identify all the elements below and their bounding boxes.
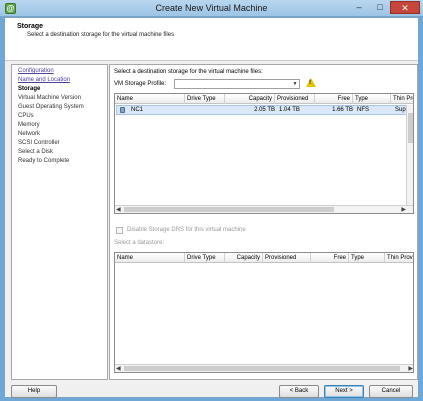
step-ready-to-complete: Ready to Complete xyxy=(18,158,70,164)
column-thin-provisioning[interactable]: Thin Provi xyxy=(385,253,413,263)
select-storage-label: Select a destination storage for the vir… xyxy=(114,69,263,75)
column-type[interactable]: Type xyxy=(349,253,385,263)
step-scsi-controller: SCSI Controller xyxy=(18,140,60,146)
scroll-left-icon[interactable]: ◀ xyxy=(116,366,121,372)
row-capacity: 2.05 TB xyxy=(254,107,275,113)
datastore-icon xyxy=(120,107,125,113)
row-provisioned: 1.04 TB xyxy=(279,107,300,113)
minimize-button[interactable]: – xyxy=(349,1,369,14)
column-capacity[interactable]: Capacity xyxy=(225,253,263,263)
close-button[interactable]: ✕ xyxy=(390,1,420,14)
step-network: Network xyxy=(18,131,41,137)
column-type[interactable]: Type xyxy=(353,94,391,104)
column-capacity[interactable]: Capacity xyxy=(225,94,275,104)
column-name[interactable]: Name xyxy=(115,253,185,263)
vertical-scrollbar[interactable] xyxy=(406,105,413,205)
cancel-button[interactable]: Cancel xyxy=(369,385,413,398)
column-thin-provisioning[interactable]: Thin Pro xyxy=(391,94,413,104)
step-name-and-location[interactable]: Name and Location xyxy=(12,76,107,85)
table-header: Name Drive Type Capacity Provisioned Fre… xyxy=(115,253,413,263)
column-drive-type[interactable]: Drive Type xyxy=(185,253,225,263)
step-select-a-disk: Select a Disk xyxy=(18,149,54,155)
storage-profile-select[interactable]: ▼ xyxy=(174,79,300,89)
warning-icon xyxy=(306,78,316,87)
row-type: NFS xyxy=(357,107,369,113)
scroll-thumb[interactable] xyxy=(124,366,400,371)
title-bar: @ Create New Virtual Machine – □ ✕ xyxy=(0,0,423,17)
table-header: Name Drive Type Capacity Provisioned Fre… xyxy=(115,94,413,104)
step-cpus: CPUs xyxy=(18,113,34,119)
scroll-right-icon[interactable]: ▶ xyxy=(401,207,406,213)
scroll-left-icon[interactable]: ◀ xyxy=(116,207,121,213)
table-row[interactable]: NC1 2.05 TB 1.04 TB 1.66 TB NFS Supp xyxy=(116,105,413,115)
select-datastore-label: Select a datastore: xyxy=(114,240,165,246)
column-provisioned[interactable]: Provisioned xyxy=(263,253,311,263)
back-button[interactable]: < Back xyxy=(279,385,319,398)
horizontal-scrollbar[interactable]: ◀ ▶ xyxy=(115,364,413,372)
step-guest-operating-system: Guest Operating System xyxy=(18,104,84,110)
disable-drs-label: Disable Storage DRS for this virtual mac… xyxy=(127,227,246,233)
column-name[interactable]: Name xyxy=(115,94,185,104)
datastore-table: Name Drive Type Capacity Provisioned Fre… xyxy=(114,93,414,214)
chevron-down-icon[interactable]: ▼ xyxy=(291,80,299,88)
help-button[interactable]: Help xyxy=(11,385,57,398)
scroll-right-icon[interactable]: ▶ xyxy=(408,366,413,372)
storage-panel: Select a destination storage for the vir… xyxy=(109,64,418,380)
page-title: Storage xyxy=(17,23,44,30)
scroll-thumb[interactable] xyxy=(408,113,413,143)
column-free[interactable]: Free xyxy=(311,253,349,263)
column-provisioned[interactable]: Provisioned xyxy=(275,94,315,104)
row-name: NC1 xyxy=(131,107,144,113)
step-virtual-machine-version: Virtual Machine Version xyxy=(18,95,81,101)
datastore-cluster-table: Name Drive Type Capacity Provisioned Fre… xyxy=(114,252,414,373)
column-free[interactable]: Free xyxy=(315,94,353,104)
step-memory: Memory xyxy=(18,122,40,128)
row-free: 1.66 TB xyxy=(332,107,353,113)
column-drive-type[interactable]: Drive Type xyxy=(185,94,225,104)
profile-label: VM Storage Profile: xyxy=(114,81,167,87)
horizontal-scrollbar[interactable]: ◀ ▶ xyxy=(115,205,413,213)
page-subtitle: Select a destination storage for the vir… xyxy=(27,32,175,38)
disable-drs-checkbox[interactable] xyxy=(116,227,123,234)
maximize-button[interactable]: □ xyxy=(370,1,390,14)
step-storage: Storage xyxy=(18,86,41,92)
wizard-footer: Help < Back Next > Cancel xyxy=(5,382,418,398)
scroll-thumb[interactable] xyxy=(124,207,334,212)
wizard-header: Storage Select a destination storage for… xyxy=(5,18,418,61)
wizard-steps: Configuration Name and Location Storage … xyxy=(11,64,108,380)
next-button[interactable]: Next > xyxy=(324,385,364,398)
wizard-frame: Storage Select a destination storage for… xyxy=(4,17,419,398)
step-configuration[interactable]: Configuration xyxy=(12,67,107,76)
